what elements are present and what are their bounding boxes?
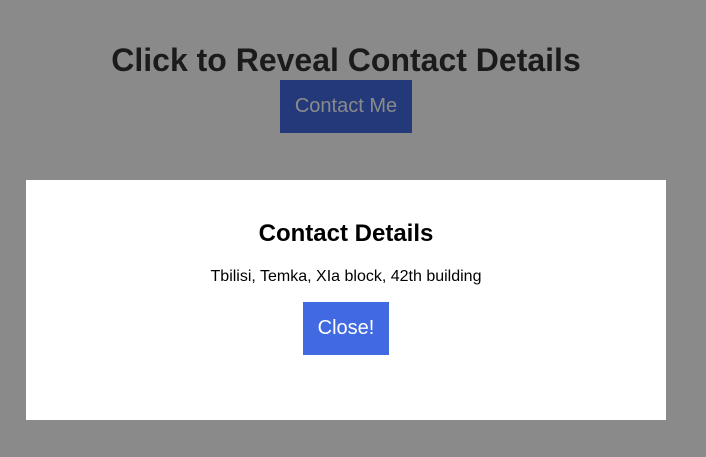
close-button[interactable]: Close!	[303, 302, 389, 355]
modal-title: Contact Details	[258, 220, 434, 247]
contact-details-modal: Contact Details Tbilisi, Temka, XIa bloc…	[26, 180, 666, 420]
contact-address: Tbilisi, Temka, XIa block, 42th building	[210, 268, 482, 285]
